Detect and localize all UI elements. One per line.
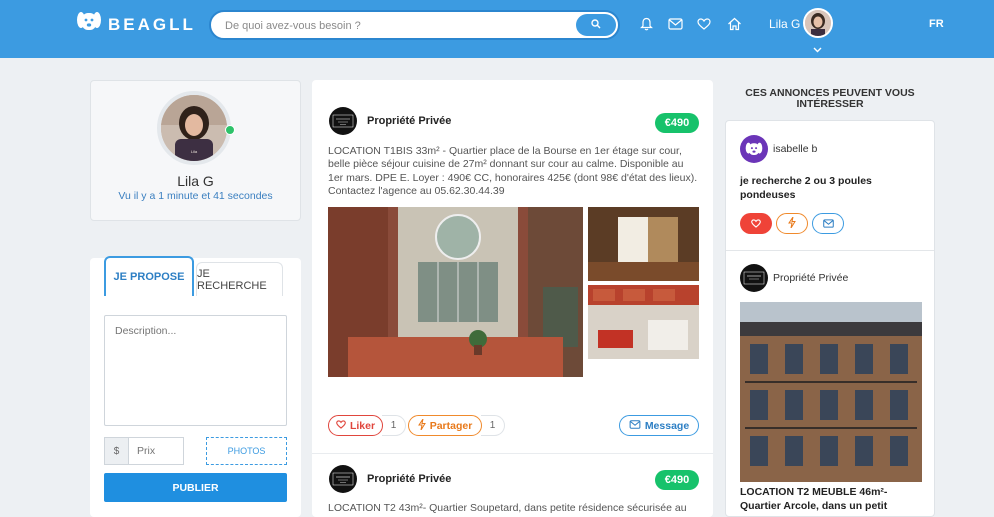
author-avatar[interactable] (329, 465, 357, 493)
mail-icon (629, 419, 641, 432)
share-button[interactable]: Partager (408, 415, 482, 436)
post-description: LOCATION T1BIS 33m² - Quartier place de … (328, 145, 698, 198)
publish-button[interactable]: PUBLIER (104, 473, 287, 502)
post-author-name[interactable]: Propriété Privée (367, 473, 451, 485)
last-seen-text: Vu il y a 1 minute et 41 secondes (118, 190, 273, 202)
dog-logo-icon (76, 10, 102, 39)
message-button[interactable] (812, 213, 844, 234)
lightning-icon (417, 418, 426, 433)
chevron-down-icon[interactable] (813, 40, 822, 58)
language-selector[interactable]: FR (929, 18, 944, 30)
logo-text: BEAGLL (108, 14, 196, 34)
price-input[interactable] (128, 437, 184, 465)
author-avatar[interactable] (740, 264, 768, 292)
like-count: 1 (382, 415, 406, 436)
recommendations-title: CES ANNONCES PEUVENT VOUS INTÉRESSER (745, 87, 915, 110)
message-label: Message (644, 419, 690, 432)
like-label: Liker (349, 419, 376, 432)
share-label: Partager (429, 419, 473, 432)
user-avatar[interactable] (803, 8, 833, 38)
lightning-icon (788, 215, 796, 233)
post-description: LOCATION T2 43m²- Quartier Soupetard, da… (328, 502, 687, 517)
description-textarea[interactable] (104, 315, 287, 426)
post-divider (312, 453, 713, 454)
svg-text:Lila: Lila (191, 149, 198, 154)
price-badge: €490 (655, 113, 699, 133)
post-image-thumb-2[interactable] (588, 285, 699, 359)
price-badge: €490 (655, 470, 699, 490)
currency-symbol: $ (104, 437, 128, 465)
post-image-thumb-1[interactable] (588, 207, 699, 281)
recommendation-caption[interactable]: LOCATION T2 MEUBLE 46m²- Quartier Arcole… (740, 485, 930, 513)
home-icon[interactable] (725, 15, 743, 33)
recommendation-user-name[interactable]: isabelle b (773, 143, 817, 155)
photos-upload-button[interactable]: PHOTOS (206, 437, 287, 465)
recommendation-image[interactable] (740, 302, 922, 482)
post-author-name[interactable]: Propriété Privée (367, 115, 451, 127)
beagll-logo[interactable]: BEAGLL (76, 10, 196, 39)
search-bar (209, 10, 620, 40)
heart-icon (336, 419, 346, 432)
heart-icon (751, 215, 761, 233)
share-button[interactable] (776, 213, 808, 234)
post-image-main[interactable] (328, 207, 583, 377)
author-avatar[interactable] (329, 107, 357, 135)
tab-je-recherche[interactable]: JE RECHERCHE (196, 262, 283, 296)
like-button[interactable] (740, 213, 772, 234)
search-icon (591, 16, 601, 34)
top-navigation-bar: BEAGLL Lila G FR (0, 0, 994, 58)
tab-je-propose[interactable]: JE PROPOSE (104, 256, 194, 296)
heart-icon[interactable] (695, 15, 713, 33)
recommendation-text[interactable]: je recherche 2 ou 3 poules pondeuses (740, 174, 920, 202)
like-button[interactable]: Liker (328, 415, 383, 436)
mail-icon (822, 215, 834, 233)
recommendations-card: isabelle b je recherche 2 ou 3 poules po… (725, 120, 935, 517)
feed: Propriété Privée €490 LOCATION T1BIS 33m… (312, 80, 713, 517)
header-user-name[interactable]: Lila G (769, 17, 800, 31)
recommendation-author-name[interactable]: Propriété Privée (773, 272, 848, 284)
search-button[interactable] (576, 14, 616, 36)
bell-icon[interactable] (637, 15, 655, 33)
card-divider (726, 250, 934, 251)
profile-card: Lila Lila G Vu il y a 1 minute et 41 sec… (90, 80, 301, 221)
profile-name[interactable]: Lila G (91, 173, 300, 189)
online-status-dot (225, 125, 235, 135)
mail-icon[interactable] (666, 15, 684, 33)
profile-photo[interactable]: Lila (157, 91, 231, 165)
share-count: 1 (481, 415, 505, 436)
search-input[interactable] (225, 16, 565, 36)
default-dog-avatar[interactable] (740, 135, 768, 163)
message-button[interactable]: Message (619, 415, 699, 436)
price-field: $ (104, 437, 184, 465)
